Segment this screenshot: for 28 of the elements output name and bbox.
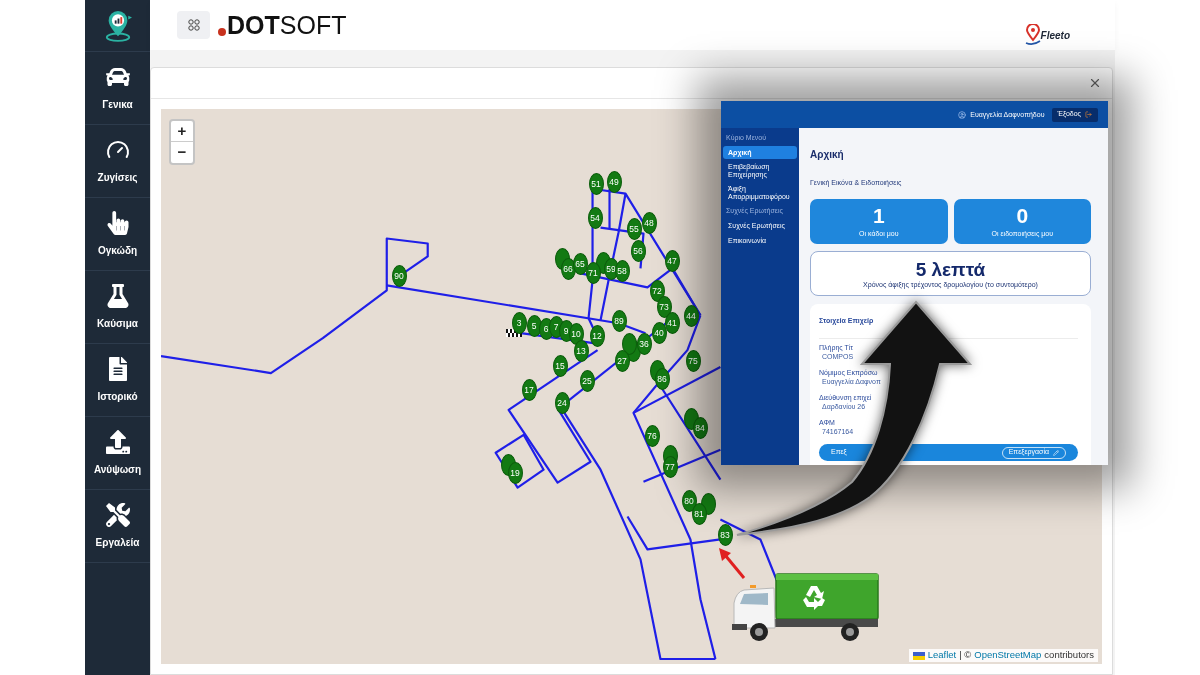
user-icon (958, 110, 967, 119)
pointer-arrow (719, 548, 746, 579)
zoom-out-button[interactable]: − (171, 142, 193, 163)
attribution-link[interactable]: Leaflet (927, 648, 957, 663)
logout-icon (1085, 111, 1092, 118)
close-button[interactable] (1088, 76, 1102, 90)
grid-icon (187, 19, 200, 31)
page-title: Αρχική (810, 149, 845, 161)
zoom-in-button[interactable]: + (171, 121, 193, 142)
close-icon (1088, 76, 1102, 90)
attribution-text: contributors (1044, 648, 1094, 663)
tools-icon (105, 502, 130, 527)
map-pin-logo-icon (103, 9, 132, 42)
logo-text: Fleeto (1040, 30, 1070, 42)
map-pin-logo-icon (1024, 24, 1041, 46)
stat-value: 0 (1016, 205, 1029, 227)
apps-button[interactable] (177, 11, 210, 39)
upload-icon (105, 429, 130, 454)
logo-dot-icon (218, 28, 226, 36)
logo-text: DOTSOFT (227, 12, 347, 38)
flask-icon (105, 283, 130, 308)
arrival-time: 5 λεπτά (915, 258, 986, 280)
pencil-icon (1053, 449, 1059, 456)
stat-value: 1 (872, 205, 885, 227)
attribution-link[interactable]: OpenStreetMap (974, 648, 1042, 663)
pointing-hand-icon (105, 210, 130, 235)
attribution-text: | © (959, 648, 972, 663)
flag-icon (912, 651, 925, 660)
